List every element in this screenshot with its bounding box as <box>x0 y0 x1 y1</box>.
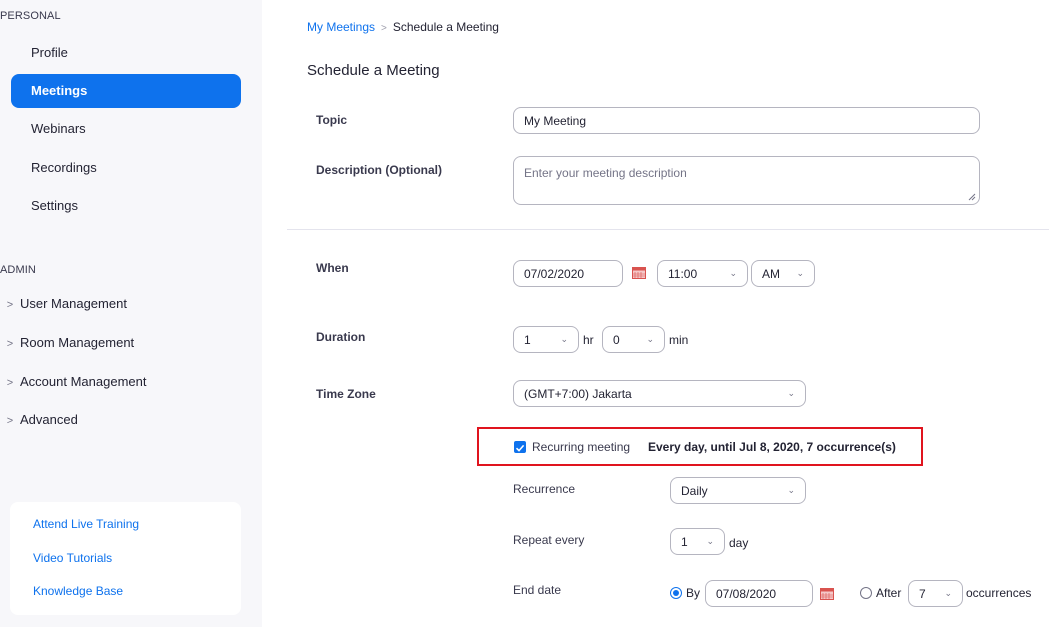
duration-hours-value: 1 <box>524 332 531 347</box>
help-links-panel: Attend Live Training Video Tutorials Kno… <box>10 502 241 615</box>
breadcrumb-separator: > <box>381 23 387 34</box>
chevron-down-icon: ⌄ <box>787 485 795 495</box>
ampm-select-value: AM <box>762 266 780 281</box>
end-by-radio[interactable] <box>670 587 682 599</box>
sidebar-item-profile[interactable]: Profile <box>11 36 241 70</box>
recurrence-select[interactable]: Daily ⌄ <box>670 477 806 504</box>
breadcrumb-current: Schedule a Meeting <box>392 20 499 34</box>
end-by-label: By <box>686 586 701 600</box>
description-placeholder: Enter your meeting description <box>524 166 687 180</box>
knowledge-base-link[interactable]: Knowledge Base <box>33 584 123 598</box>
sidebar-item-label: Account Management <box>20 374 147 389</box>
repeat-unit-label: day <box>729 536 749 550</box>
recurring-meeting-label[interactable]: Recurring meeting <box>532 440 630 454</box>
sidebar-item-recordings[interactable]: Recordings <box>11 151 241 185</box>
sidebar-item-label: Room Management <box>20 335 135 350</box>
breadcrumb: My Meetings > Schedule a Meeting <box>307 20 499 34</box>
chevron-down-icon: ⌄ <box>787 388 795 398</box>
repeat-every-label: Repeat every <box>513 533 585 547</box>
end-date-label: End date <box>513 583 562 597</box>
end-date-input[interactable]: 07/08/2020 <box>705 580 813 607</box>
duration-label: Duration <box>316 330 366 344</box>
checkmark-icon <box>515 444 525 452</box>
duration-minutes-select[interactable]: 0 ⌄ <box>602 326 665 353</box>
sidebar-item-label: Advanced <box>20 412 78 427</box>
sidebar-item-advanced[interactable]: > Advanced <box>0 410 78 430</box>
recurrence-label: Recurrence <box>513 482 576 496</box>
chevron-down-icon: ⌄ <box>646 334 654 344</box>
sidebar-item-meetings[interactable]: Meetings <box>11 74 241 108</box>
sidebar-item-room-management[interactable]: > Room Management <box>0 333 134 353</box>
time-select[interactable]: 11:00 ⌄ <box>657 260 748 287</box>
timezone-select[interactable]: (GMT+7:00) Jakarta ⌄ <box>513 380 806 407</box>
end-after-occurrences-select[interactable]: 7 ⌄ <box>908 580 963 607</box>
sidebar: PERSONAL Profile Meetings Webinars Recor… <box>0 0 262 627</box>
recurring-checkbox[interactable] <box>514 441 526 453</box>
recurring-summary: Every day, until Jul 8, 2020, 7 occurren… <box>648 440 896 454</box>
chevron-down-icon: ⌄ <box>729 268 737 278</box>
duration-hours-select[interactable]: 1 ⌄ <box>513 326 579 353</box>
end-after-label: After <box>876 586 902 600</box>
page-title: Schedule a Meeting <box>307 62 440 79</box>
minutes-unit-label: min <box>669 333 689 347</box>
sidebar-item-account-management[interactable]: > Account Management <box>0 372 147 392</box>
description-textarea[interactable]: Enter your meeting description <box>513 156 980 205</box>
calendar-icon[interactable] <box>632 267 646 279</box>
resize-handle-icon[interactable] <box>967 192 976 201</box>
chevron-right-icon: > <box>6 338 14 350</box>
timezone-select-value: (GMT+7:00) Jakarta <box>524 386 632 401</box>
ampm-select[interactable]: AM ⌄ <box>751 260 815 287</box>
occurrences-unit-label: occurrences <box>966 586 1032 600</box>
chevron-down-icon: ⌄ <box>560 334 568 344</box>
description-label: Description (Optional) <box>316 163 442 177</box>
video-tutorials-link[interactable]: Video Tutorials <box>33 551 112 565</box>
sidebar-item-settings[interactable]: Settings <box>11 189 241 223</box>
section-divider <box>287 229 1049 230</box>
repeat-every-select[interactable]: 1 ⌄ <box>670 528 725 555</box>
end-after-value: 7 <box>919 586 926 601</box>
admin-section-label: ADMIN <box>0 264 36 276</box>
chevron-down-icon: ⌄ <box>796 268 804 278</box>
topic-label: Topic <box>316 113 348 127</box>
chevron-right-icon: > <box>6 415 14 427</box>
end-after-radio[interactable] <box>860 587 872 599</box>
sidebar-item-user-management[interactable]: > User Management <box>0 294 127 314</box>
chevron-right-icon: > <box>6 377 14 389</box>
breadcrumb-my-meetings-link[interactable]: My Meetings <box>307 20 375 34</box>
sidebar-item-webinars[interactable]: Webinars <box>11 112 241 146</box>
chevron-down-icon: ⌄ <box>944 588 952 598</box>
when-label: When <box>316 261 349 275</box>
calendar-icon[interactable] <box>820 588 834 600</box>
chevron-down-icon: ⌄ <box>706 536 714 546</box>
hours-unit-label: hr <box>583 333 594 347</box>
repeat-every-value: 1 <box>681 534 688 549</box>
recurrence-select-value: Daily <box>681 483 708 498</box>
attend-live-training-link[interactable]: Attend Live Training <box>33 517 139 531</box>
time-select-value: 11:00 <box>668 266 698 281</box>
duration-minutes-value: 0 <box>613 332 620 347</box>
timezone-label: Time Zone <box>316 387 376 401</box>
topic-input[interactable]: My Meeting <box>513 107 980 134</box>
personal-section-label: PERSONAL <box>0 10 61 22</box>
date-input[interactable]: 07/02/2020 <box>513 260 623 287</box>
sidebar-item-label: User Management <box>20 296 127 311</box>
chevron-right-icon: > <box>6 299 14 311</box>
